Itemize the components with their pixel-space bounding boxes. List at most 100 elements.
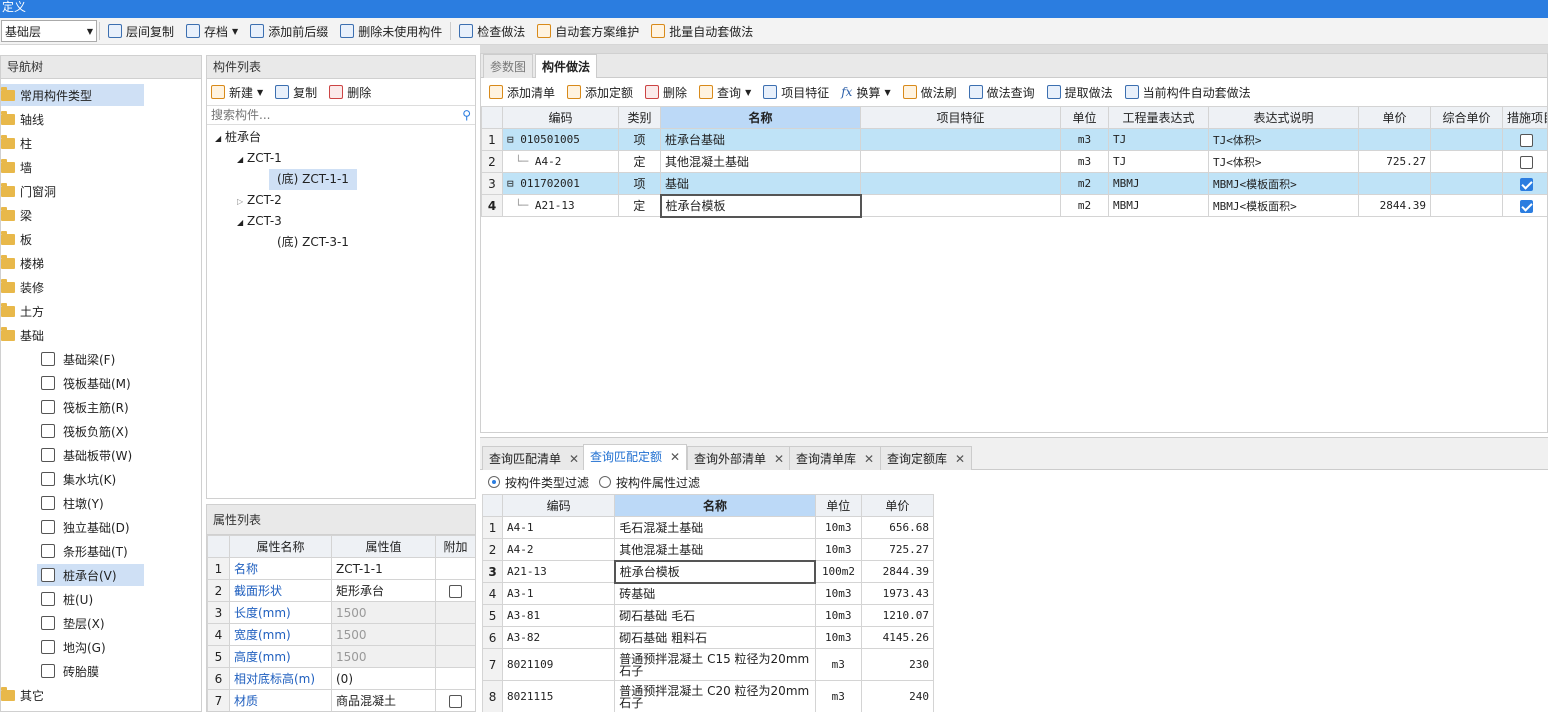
close-icon[interactable]: ✕ [670, 450, 680, 464]
query-header-unit[interactable]: 单位 [814, 494, 862, 517]
nav-item-decoration[interactable]: 装修 [1, 276, 44, 298]
property-value[interactable]: 商品混凝土 [331, 689, 436, 711]
archive-button[interactable]: 存档 ▼ [180, 20, 244, 42]
nav-item-slab[interactable]: 板 [1, 228, 32, 250]
property-row[interactable]: 3 长度(mm) 1500 [207, 601, 475, 624]
tab-parameter-graph[interactable]: 参数图 [483, 54, 534, 78]
tab-query-list-library[interactable]: 查询清单库 ✕ [789, 446, 882, 470]
query-row[interactable]: 1 A4-1 毛石混凝土基础 10m3 656.68 [481, 516, 935, 539]
close-icon[interactable]: ✕ [955, 452, 965, 466]
nav-item-other[interactable]: 其它 [1, 684, 44, 706]
method-header-measure[interactable]: 措施项目 [1502, 106, 1547, 129]
nav-item-wall[interactable]: 墙 [1, 156, 32, 178]
method-row[interactable]: 2 └─ A4-2 定 其他混凝土基础 m3 TJ TJ<体积> 725.27 [481, 150, 1547, 173]
add-list-button[interactable]: 添加清单 [483, 81, 561, 103]
method-row[interactable]: 4 └─ A21-13 定 桩承台模板 m2 MBMJ MBMJ<模板面积> 2… [481, 193, 1547, 218]
close-icon[interactable]: ✕ [774, 452, 784, 466]
filter-by-type-radio[interactable]: 按构件类型过滤 [488, 474, 589, 491]
nav-sub-trench[interactable]: 地沟(G) [41, 636, 106, 658]
measure-checkbox[interactable] [1519, 133, 1533, 147]
query-row[interactable]: 6 A3-82 砌石基础 粗料石 10m3 4145.26 [481, 626, 935, 649]
tree-node-zct1[interactable]: ◢ ZCT-1 [237, 148, 282, 169]
component-search-input[interactable] [211, 108, 441, 122]
active-query-cell[interactable]: 桩承台模板 [613, 559, 817, 584]
filter-by-attribute-radio[interactable]: 按构件属性过滤 [599, 474, 700, 491]
property-row[interactable]: 5 高度(mm) 1500 [207, 645, 475, 668]
nav-sub-strip-footing[interactable]: 条形基础(T) [41, 540, 128, 562]
add-prefix-suffix-button[interactable]: 添加前后缀 [244, 20, 334, 42]
method-header-composite-price[interactable]: 综合单价 [1430, 106, 1503, 129]
nav-sub-isolated-footing[interactable]: 独立基础(D) [41, 516, 130, 538]
method-row[interactable]: 1 ⊟ 010501005 项 桩承台基础 m3 TJ TJ<体积> [481, 128, 1547, 151]
attach-checkbox[interactable] [449, 584, 462, 598]
splitter[interactable] [480, 45, 1548, 53]
nav-sub-foundation-beam[interactable]: 基础梁(F) [41, 348, 115, 370]
property-row[interactable]: 2 截面形状 矩形承台 [207, 579, 475, 602]
tree-node-zct3-1[interactable]: (底) ZCT-3-1 [277, 232, 349, 253]
method-header-expr[interactable]: 工程量表达式 [1108, 106, 1209, 129]
active-name-cell[interactable]: 桩承台模板 [659, 193, 862, 218]
measure-checkbox[interactable] [1519, 155, 1533, 169]
add-quota-button[interactable]: 添加定额 [561, 81, 639, 103]
copy-between-layers-button[interactable]: 层间复制 [102, 20, 180, 42]
property-row[interactable]: 1 名称 ZCT-1-1 [207, 557, 475, 580]
property-value[interactable]: 矩形承台 [331, 579, 436, 602]
tree-node-zct2[interactable]: ▷ ZCT-2 [237, 190, 282, 211]
query-button[interactable]: 查询 ▼ [693, 81, 757, 103]
tree-node-pile-cap[interactable]: ◢ 桩承台 [215, 127, 261, 148]
item-feature-button[interactable]: 项目特征 [757, 81, 835, 103]
nav-sub-sump[interactable]: 集水坑(K) [41, 468, 116, 490]
collapse-icon[interactable]: ⊟ [507, 133, 514, 146]
nav-sub-raft-main-rebar[interactable]: 筏板主筋(R) [41, 396, 129, 418]
delete-component-button[interactable]: 删除 [329, 81, 371, 103]
method-header-price[interactable]: 单价 [1358, 106, 1431, 129]
nav-sub-raft-neg-rebar[interactable]: 筏板负筋(X) [41, 420, 129, 442]
nav-sub-pile[interactable]: 桩(U) [41, 588, 93, 610]
property-value[interactable]: (0) [331, 667, 436, 690]
nav-sub-pier[interactable]: 柱墩(Y) [41, 492, 104, 514]
query-header-name[interactable]: 名称 [614, 494, 816, 517]
collapse-icon[interactable]: ⊟ [507, 177, 514, 190]
method-header-feature[interactable]: 项目特征 [860, 106, 1061, 129]
nav-item-stairs[interactable]: 楼梯 [1, 252, 44, 274]
property-value[interactable]: ZCT-1-1 [331, 557, 436, 580]
tab-query-matching-list[interactable]: 查询匹配清单 ✕ [482, 446, 587, 470]
method-header-unit[interactable]: 单位 [1060, 106, 1109, 129]
method-row[interactable]: 3 ⊟ 011702001 项 基础 m2 MBMJ MBMJ<模板面积> [481, 172, 1547, 195]
delete-unused-button[interactable]: 删除未使用构件 [334, 20, 448, 42]
property-row[interactable]: 7 材质 商品混凝土 [207, 689, 475, 711]
nav-sub-cushion[interactable]: 垫层(X) [41, 612, 105, 634]
property-row[interactable]: 4 宽度(mm) 1500 [207, 623, 475, 646]
method-header-desc[interactable]: 表达式说明 [1208, 106, 1359, 129]
property-value[interactable]: 1500 [331, 601, 436, 624]
component-search-box[interactable]: ⚲ [207, 105, 475, 125]
measure-checkbox[interactable] [1519, 199, 1533, 213]
nav-item-earthwork[interactable]: 土方 [1, 300, 44, 322]
tab-component-method[interactable]: 构件做法 [535, 54, 598, 78]
copy-component-button[interactable]: 复制 [275, 81, 317, 103]
method-brush-button[interactable]: 做法刷 [897, 81, 963, 103]
nav-item-foundation[interactable]: 基础 [1, 324, 44, 346]
extract-method-button[interactable]: 提取做法 [1041, 81, 1119, 103]
property-value[interactable]: 1500 [331, 645, 436, 668]
query-row[interactable]: 7 8021109 普通预拌混凝土 C15 粒径为20mm石子 m3 230 [481, 648, 935, 681]
method-header-code[interactable]: 编码 [502, 106, 619, 129]
close-icon[interactable]: ✕ [569, 452, 579, 466]
query-row[interactable]: 2 A4-2 其他混凝土基础 10m3 725.27 [481, 538, 935, 561]
attach-checkbox[interactable] [449, 694, 462, 708]
nav-item-column[interactable]: 柱 [1, 132, 32, 154]
tab-query-quota-library[interactable]: 查询定额库 ✕ [880, 446, 973, 470]
query-header-code[interactable]: 编码 [502, 494, 616, 517]
layer-select[interactable]: 基础层 ▼ [1, 20, 97, 42]
nav-item-openings[interactable]: 门窗洞 [1, 180, 56, 202]
delete-method-button[interactable]: 删除 [639, 81, 693, 103]
new-component-button[interactable]: 新建 ▼ [211, 81, 263, 103]
nav-sub-raft[interactable]: 筏板基础(M) [41, 372, 131, 394]
query-row[interactable]: 8 8021115 普通预拌混凝土 C20 粒径为20mm石子 m3 240 [481, 680, 935, 712]
property-row[interactable]: 6 相对底标高(m) (0) [207, 667, 475, 690]
tab-query-external-list[interactable]: 查询外部清单 ✕ [687, 446, 792, 470]
convert-button[interactable]: fx 换算 ▼ [835, 81, 896, 103]
nav-sub-brick-mold[interactable]: 砖胎膜 [41, 660, 99, 682]
method-header-type[interactable]: 类别 [618, 106, 661, 129]
batch-auto-button[interactable]: 批量自动套做法 [645, 20, 759, 42]
